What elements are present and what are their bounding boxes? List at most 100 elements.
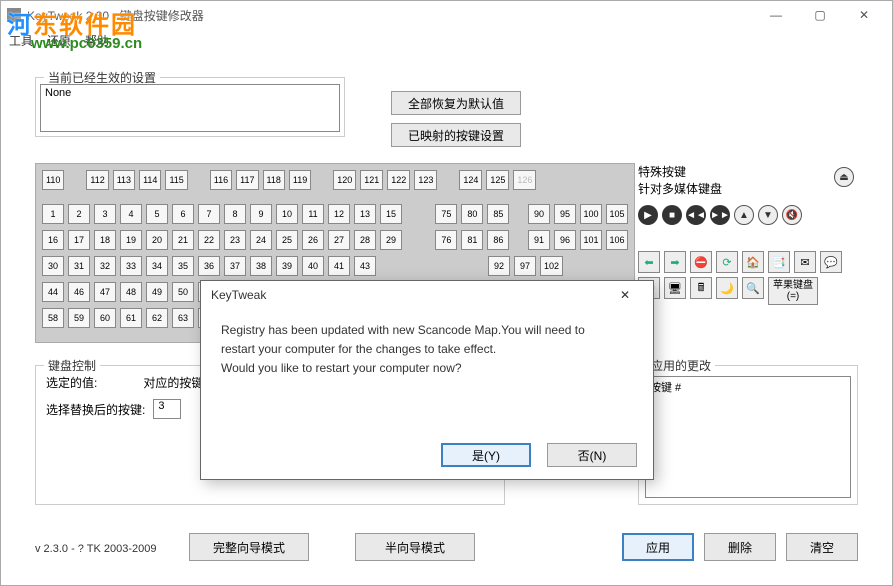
key-92[interactable]: 92 <box>488 256 510 276</box>
key-63[interactable]: 63 <box>172 308 194 328</box>
key-8[interactable]: 8 <box>224 204 246 224</box>
key-27[interactable]: 27 <box>328 230 350 250</box>
key-97[interactable]: 97 <box>514 256 536 276</box>
key-96[interactable]: 96 <box>554 230 576 250</box>
key-117[interactable]: 117 <box>236 170 258 190</box>
restore-all-button[interactable]: 全部恢复为默认值 <box>391 91 521 115</box>
key-4[interactable]: 4 <box>120 204 142 224</box>
key-6[interactable]: 6 <box>172 204 194 224</box>
key-43[interactable]: 43 <box>354 256 376 276</box>
key-32[interactable]: 32 <box>94 256 116 276</box>
key-19[interactable]: 19 <box>120 230 142 250</box>
key-7[interactable]: 7 <box>198 204 220 224</box>
close-button[interactable]: ✕ <box>842 1 886 29</box>
key-2[interactable]: 2 <box>68 204 90 224</box>
key-39[interactable]: 39 <box>276 256 298 276</box>
key-85[interactable]: 85 <box>487 204 509 224</box>
dialog-yes-button[interactable]: 是(Y) <box>441 443 531 467</box>
pc-icon[interactable]: 🖥 <box>664 277 686 299</box>
home-icon[interactable]: 🏠 <box>742 251 764 273</box>
key-21[interactable]: 21 <box>172 230 194 250</box>
key-18[interactable]: 18 <box>94 230 116 250</box>
key-124[interactable]: 124 <box>459 170 482 190</box>
key-15[interactable]: 15 <box>380 204 402 224</box>
key-10[interactable]: 10 <box>276 204 298 224</box>
key-35[interactable]: 35 <box>172 256 194 276</box>
key-16[interactable]: 16 <box>42 230 64 250</box>
key-1[interactable]: 1 <box>42 204 64 224</box>
comment-icon[interactable]: 💬 <box>820 251 842 273</box>
mapped-settings-button[interactable]: 已映射的按键设置 <box>391 123 521 147</box>
key-23[interactable]: 23 <box>224 230 246 250</box>
stop-icon[interactable]: ■ <box>662 205 682 225</box>
key-114[interactable]: 114 <box>139 170 161 190</box>
key-36[interactable]: 36 <box>198 256 220 276</box>
key-22[interactable]: 22 <box>198 230 220 250</box>
key-20[interactable]: 20 <box>146 230 168 250</box>
calc-icon[interactable]: 🖩 <box>690 277 712 299</box>
fav-icon[interactable]: 📑 <box>768 251 790 273</box>
key-76[interactable]: 76 <box>435 230 457 250</box>
key-26[interactable]: 26 <box>302 230 324 250</box>
key-3[interactable]: 3 <box>94 204 116 224</box>
key-61[interactable]: 61 <box>120 308 142 328</box>
key-118[interactable]: 118 <box>263 170 285 190</box>
key-48[interactable]: 48 <box>120 282 142 302</box>
search-icon[interactable]: 🔍 <box>742 277 764 299</box>
key-30[interactable]: 30 <box>42 256 64 276</box>
delete-button[interactable]: 删除 <box>704 533 776 561</box>
prev-icon[interactable]: ◄◄ <box>686 205 706 225</box>
next-icon[interactable]: ►► <box>710 205 730 225</box>
eject-icon[interactable]: ⏏ <box>834 167 854 187</box>
key-125[interactable]: 125 <box>486 170 509 190</box>
key-11[interactable]: 11 <box>302 204 324 224</box>
sleep-icon[interactable]: 🌙 <box>716 277 738 299</box>
apple-keyboard-button[interactable]: 苹果键盘 (=) <box>768 277 818 305</box>
key-38[interactable]: 38 <box>250 256 272 276</box>
key-119[interactable]: 119 <box>289 170 311 190</box>
key-28[interactable]: 28 <box>354 230 376 250</box>
key-49[interactable]: 49 <box>146 282 168 302</box>
key-29[interactable]: 29 <box>380 230 402 250</box>
key-81[interactable]: 81 <box>461 230 483 250</box>
apply-button[interactable]: 应用 <box>622 533 694 561</box>
key-44[interactable]: 44 <box>42 282 64 302</box>
key-126[interactable]: 126 <box>513 170 536 190</box>
key-47[interactable]: 47 <box>94 282 116 302</box>
key-80[interactable]: 80 <box>461 204 483 224</box>
mute-icon[interactable]: 🔇 <box>782 205 802 225</box>
play-icon[interactable]: ▶ <box>638 205 658 225</box>
key-106[interactable]: 106 <box>606 230 628 250</box>
stop2-icon[interactable]: ⛔ <box>690 251 712 273</box>
key-41[interactable]: 41 <box>328 256 350 276</box>
key-115[interactable]: 115 <box>165 170 187 190</box>
key-37[interactable]: 37 <box>224 256 246 276</box>
dialog-close-button[interactable]: ✕ <box>607 281 643 309</box>
key-120[interactable]: 120 <box>333 170 356 190</box>
minimize-button[interactable]: — <box>754 1 798 29</box>
refresh-icon[interactable]: ⟳ <box>716 251 738 273</box>
back-icon[interactable]: ⬅ <box>638 251 660 273</box>
key-112[interactable]: 112 <box>86 170 108 190</box>
key-91[interactable]: 91 <box>528 230 550 250</box>
dialog-no-button[interactable]: 否(N) <box>547 443 637 467</box>
key-40[interactable]: 40 <box>302 256 324 276</box>
mail-icon[interactable]: ✉ <box>794 251 816 273</box>
key-58[interactable]: 58 <box>42 308 64 328</box>
key-121[interactable]: 121 <box>360 170 383 190</box>
key-59[interactable]: 59 <box>68 308 90 328</box>
key-60[interactable]: 60 <box>94 308 116 328</box>
key-17[interactable]: 17 <box>68 230 90 250</box>
half-mode-button[interactable]: 半向导模式 <box>355 533 475 561</box>
voldown-icon[interactable]: ▼ <box>758 205 778 225</box>
key-75[interactable]: 75 <box>435 204 457 224</box>
key-110[interactable]: 110 <box>42 170 64 190</box>
full-mode-button[interactable]: 完整向导模式 <box>189 533 309 561</box>
forward-icon[interactable]: ➡ <box>664 251 686 273</box>
key-62[interactable]: 62 <box>146 308 168 328</box>
maximize-button[interactable]: ▢ <box>798 1 842 29</box>
key-116[interactable]: 116 <box>210 170 232 190</box>
key-113[interactable]: 113 <box>113 170 135 190</box>
key-50[interactable]: 50 <box>172 282 194 302</box>
key-102[interactable]: 102 <box>540 256 563 276</box>
